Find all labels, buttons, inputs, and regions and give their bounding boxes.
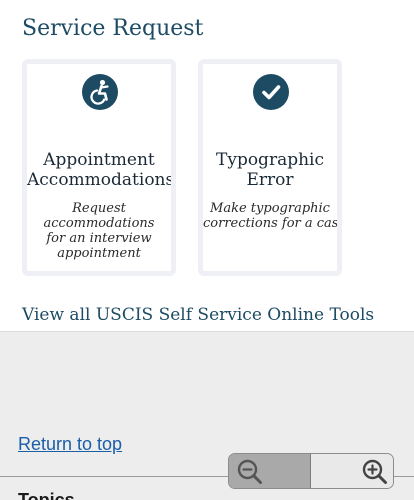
card-appointment-accommodations[interactable]: Appointment Accommodations Request accom… — [22, 59, 176, 276]
zoom-in-button[interactable] — [311, 454, 393, 488]
card-title[interactable]: Typographic Error — [203, 150, 337, 190]
card-description-line: appointment — [57, 246, 141, 261]
topics-heading: Topics — [18, 490, 75, 500]
card-description-line: accommodations — [43, 216, 155, 231]
zoom-control — [228, 453, 394, 489]
zoom-in-icon — [362, 459, 387, 484]
card-description-line: for an interview — [46, 231, 152, 246]
card-title-line[interactable]: Accommodations — [27, 170, 171, 190]
zoom-out-button[interactable] — [229, 454, 311, 488]
card-description-line: Make typographic — [210, 201, 330, 216]
card-description-line: corrections for a case — [203, 216, 342, 231]
card-description: Make typographic corrections for a case — [203, 201, 337, 231]
page: Service Request Appointment Accommodatio… — [0, 0, 414, 500]
card-title[interactable]: Appointment Accommodations — [27, 150, 171, 190]
view-all-tools-link[interactable]: View all USCIS Self Service Online Tools — [22, 305, 374, 325]
card-description: Request accommodations for an interview … — [27, 201, 171, 261]
card-title-line[interactable]: Error — [203, 170, 337, 190]
service-request-section: Service Request Appointment Accommodatio… — [0, 0, 414, 332]
zoom-out-icon — [237, 459, 262, 484]
card-title-line[interactable]: Typographic — [203, 150, 337, 170]
return-to-top-link[interactable]: Return to top — [18, 434, 122, 455]
section-title: Service Request — [22, 16, 204, 41]
card-description-line: Request — [72, 201, 126, 216]
card-typographic-error[interactable]: Typographic Error Make typographic corre… — [198, 59, 342, 276]
card-title-line[interactable]: Appointment — [27, 150, 171, 170]
check-circle-icon — [253, 74, 289, 110]
accessibility-icon — [82, 74, 118, 110]
